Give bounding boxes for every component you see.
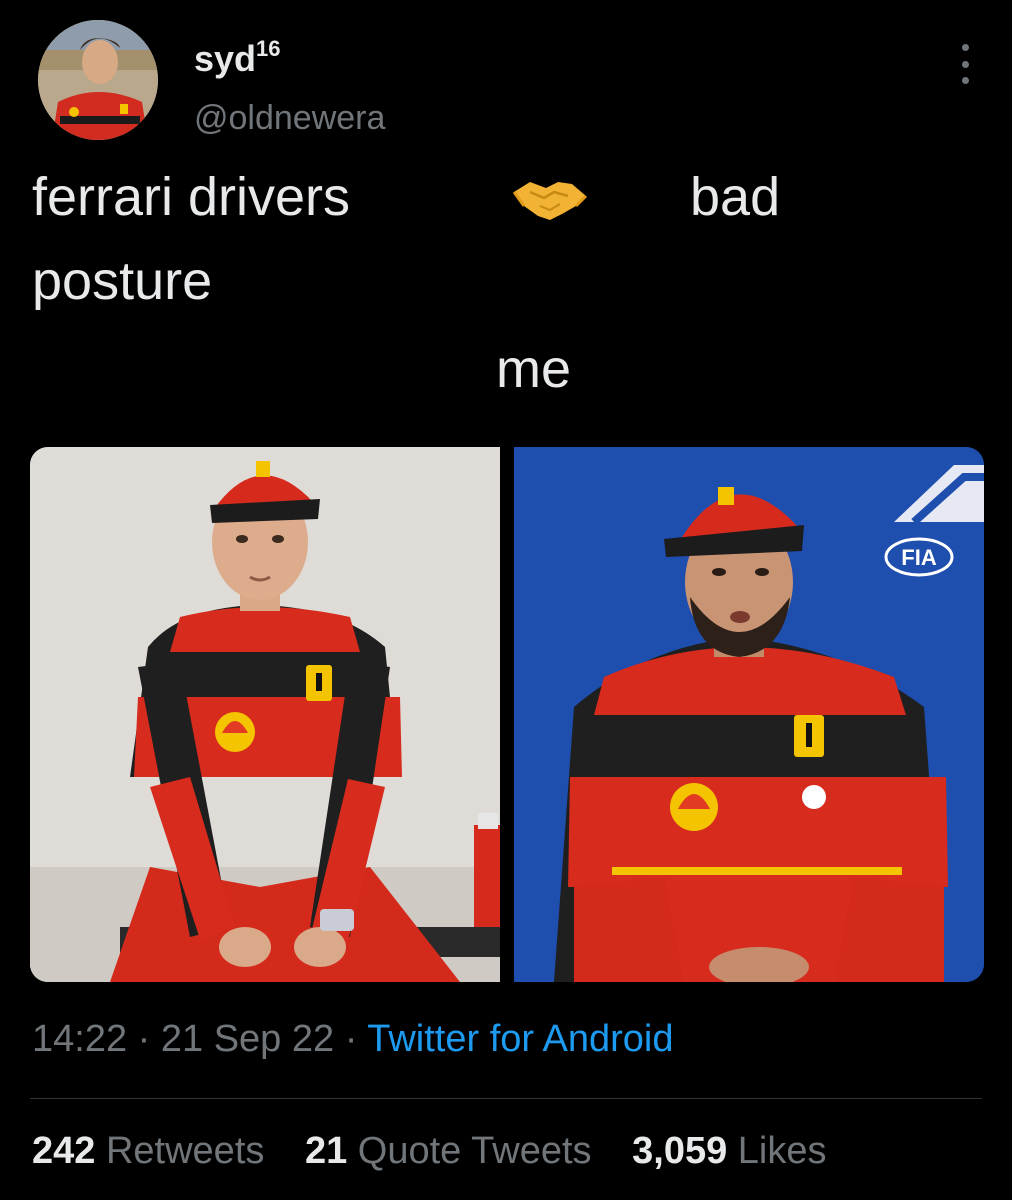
retweets-stat[interactable]: 242 Retweets: [32, 1130, 264, 1172]
display-name-text: syd: [194, 38, 257, 79]
more-options-icon[interactable]: [950, 44, 980, 84]
quote-tweets-label: Quote Tweets: [357, 1130, 592, 1172]
tweet-time: 14:22: [32, 1018, 128, 1060]
tweet-text-line1-right: bad: [690, 167, 781, 227]
user-handle[interactable]: @oldnewera: [194, 99, 385, 138]
likes-count: 3,059: [632, 1130, 728, 1172]
tweet-text-line2: posture: [32, 251, 213, 311]
tweet-stats: 242 Retweets 21 Quote Tweets 3,059 Likes: [32, 1130, 857, 1173]
divider: [30, 1098, 982, 1099]
tweet-source-link[interactable]: Twitter for Android: [367, 1018, 673, 1060]
tweet-meta: 14:22 · 21 Sep 22 · Twitter for Android: [32, 1018, 673, 1061]
likes-label: Likes: [737, 1130, 827, 1172]
likes-stat[interactable]: 3,059 Likes: [632, 1130, 826, 1172]
avatar[interactable]: [38, 20, 158, 140]
tweet-image-left[interactable]: [30, 447, 500, 982]
fia-logo-text: FIA: [901, 545, 937, 570]
tweet-image-right[interactable]: FIA: [514, 447, 984, 982]
display-name[interactable]: syd16: [194, 36, 281, 80]
tweet-date[interactable]: 21 Sep 22: [161, 1018, 334, 1060]
retweets-label: Retweets: [105, 1130, 265, 1172]
quote-tweets-count: 21: [304, 1130, 348, 1172]
handshake-emoji-icon: [510, 170, 590, 226]
quote-tweets-stat[interactable]: 21 Quote Tweets: [305, 1130, 592, 1172]
meta-separator: ·: [334, 1018, 368, 1060]
retweets-count: 242: [32, 1130, 96, 1172]
tweet-text-line1-left: ferrari drivers: [32, 167, 351, 227]
meta-separator: ·: [127, 1018, 161, 1060]
display-name-suffix: 16: [256, 36, 281, 61]
tweet-text-line3: me: [496, 339, 572, 399]
